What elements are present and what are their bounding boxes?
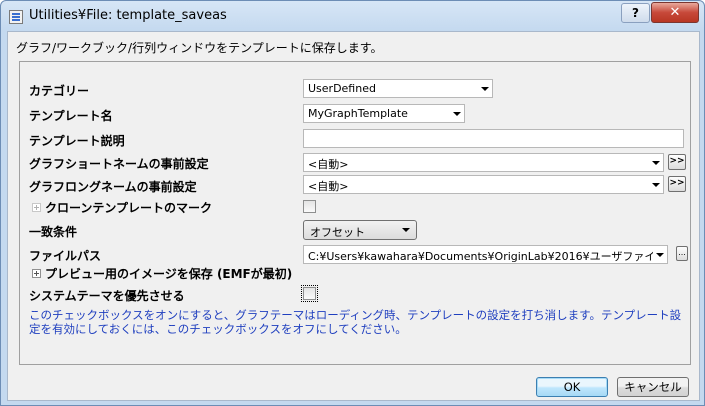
- expand-icon: [32, 203, 41, 212]
- ok-button[interactable]: OK: [536, 377, 608, 397]
- title-bar[interactable]: Utilities¥File: template_saveas ? ✕: [1, 1, 704, 31]
- short-name-value: <自動>: [308, 158, 349, 171]
- short-name-expand-button[interactable]: >>: [668, 154, 686, 170]
- match-condition-dropdown[interactable]: オフセット: [303, 220, 417, 240]
- template-name-value: MyGraphTemplate: [308, 107, 408, 120]
- file-path-dropdown[interactable]: C:¥Users¥kawahara¥Documents¥OriginLab¥20…: [303, 245, 668, 264]
- match-condition-label: 一致条件: [29, 225, 78, 239]
- chevron-down-icon: [652, 183, 660, 187]
- app-icon: [9, 10, 23, 24]
- template-name-dropdown[interactable]: MyGraphTemplate: [303, 104, 465, 123]
- chevron-down-icon: [402, 228, 410, 232]
- dialog-window: Utilities¥File: template_saveas ? ✕ グラフ/…: [0, 0, 705, 406]
- category-label: カテゴリー: [29, 84, 90, 98]
- settings-panel: カテゴリー UserDefined テンプレート名 MyGraphTemplat…: [19, 61, 691, 365]
- short-name-label: グラフショートネームの事前設定: [29, 157, 209, 171]
- chevron-down-icon: [453, 112, 461, 116]
- template-desc-input[interactable]: [303, 129, 684, 148]
- category-value: UserDefined: [308, 82, 376, 95]
- short-name-dropdown[interactable]: <自動>: [303, 153, 664, 172]
- match-condition-value: オフセット: [310, 226, 365, 239]
- preview-image-label[interactable]: プレビュー用のイメージを保存 (EMFが最初): [45, 265, 292, 282]
- chevron-down-icon: [656, 253, 664, 257]
- category-dropdown[interactable]: UserDefined: [303, 79, 493, 98]
- long-name-expand-button[interactable]: >>: [668, 176, 686, 192]
- system-theme-checkbox[interactable]: [301, 285, 318, 302]
- chevron-down-icon: [481, 87, 489, 91]
- file-path-value: C:¥Users¥kawahara¥Documents¥OriginLab¥20…: [308, 250, 653, 263]
- help-note: このチェックボックスをオンにすると、グラフテーマはローディング時、テンプレートの…: [29, 308, 682, 336]
- browse-button[interactable]: ...: [676, 246, 688, 261]
- clone-mark-label: クローンテンプレートのマーク: [45, 201, 213, 215]
- system-theme-label: システムテーマを優先させる: [29, 289, 185, 303]
- file-path-label: ファイルパス: [29, 249, 102, 263]
- template-desc-label: テンプレート説明: [29, 134, 125, 148]
- long-name-value: <自動>: [308, 180, 349, 193]
- dialog-description: グラフ/ワークブック/行列ウィンドウをテンプレートに保存します。: [16, 41, 383, 55]
- clone-mark-checkbox[interactable]: [303, 200, 316, 213]
- expand-icon[interactable]: [32, 269, 41, 278]
- long-name-label: グラフロングネームの事前設定: [29, 180, 197, 194]
- cancel-button[interactable]: キャンセル: [617, 377, 689, 397]
- help-button[interactable]: ?: [621, 3, 650, 23]
- template-name-label: テンプレート名: [29, 109, 113, 123]
- close-button[interactable]: ✕: [651, 2, 699, 23]
- window-title: Utilities¥File: template_saveas: [29, 8, 227, 23]
- long-name-dropdown[interactable]: <自動>: [303, 175, 664, 194]
- chevron-down-icon: [652, 161, 660, 165]
- dialog-body: グラフ/ワークブック/行列ウィンドウをテンプレートに保存します。 カテゴリー U…: [7, 31, 700, 401]
